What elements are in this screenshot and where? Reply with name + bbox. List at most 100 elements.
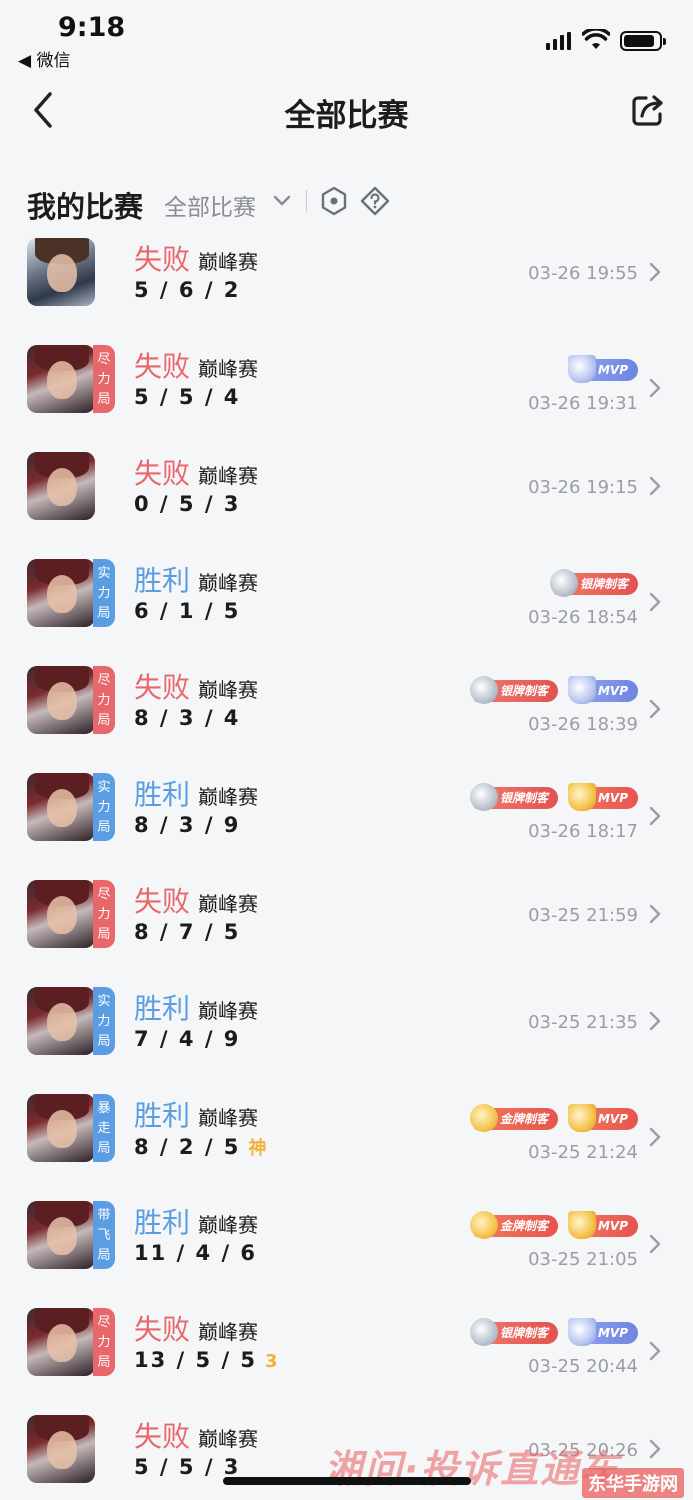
- match-result: 失败: [134, 1420, 191, 1453]
- mvp-badge: MVP: [567, 355, 638, 383]
- kda-highlight-badge: 3: [265, 1351, 278, 1372]
- match-time: 03-26 18:39: [528, 714, 638, 735]
- trophy-icon: [567, 1104, 596, 1132]
- badge-label: 银牌制客: [499, 1326, 548, 1340]
- match-mode: 巅峰赛: [198, 357, 258, 381]
- share-icon[interactable]: [630, 92, 666, 128]
- hero-avatar: [27, 987, 95, 1055]
- chevron-right-icon[interactable]: [648, 903, 662, 925]
- match-row[interactable]: 失败 巅峰赛 5 / 6 / 2 03-26 19:55: [0, 236, 693, 343]
- badge-label: 银牌制客: [499, 684, 548, 698]
- hero-avatar: [27, 452, 95, 520]
- match-row[interactable]: 失败 巅峰赛 0 / 5 / 3 03-26 19:15: [0, 450, 693, 557]
- trophy-icon: [567, 1318, 596, 1346]
- match-result: 胜利: [134, 1206, 191, 1239]
- nav-bar: 全部比赛: [0, 72, 693, 152]
- home-indicator[interactable]: [223, 1477, 471, 1485]
- medal-icon: [469, 783, 498, 811]
- match-row[interactable]: 尽力局失败 巅峰赛 8 / 3 / 4 银牌制客 MVP 03-26 18:39: [0, 664, 693, 771]
- match-mode: 巅峰赛: [198, 892, 258, 916]
- chevron-right-icon[interactable]: [648, 475, 662, 497]
- match-mode: 巅峰赛: [198, 785, 258, 809]
- match-result: 胜利: [134, 992, 191, 1025]
- badge-label: MVP: [597, 1326, 628, 1340]
- wifi-icon: [582, 29, 610, 49]
- match-mode: 巅峰赛: [198, 250, 258, 274]
- mvp-badge: MVP: [567, 1211, 638, 1239]
- chevron-right-icon[interactable]: [648, 1010, 662, 1032]
- hero-avatar: [27, 1415, 95, 1483]
- kda-score: 7 / 4 / 9: [134, 1027, 241, 1051]
- chevron-right-icon[interactable]: [648, 1233, 662, 1255]
- match-time: 03-26 19:55: [528, 263, 638, 284]
- help-icon[interactable]: [360, 186, 390, 216]
- match-quality-tag-char: 局: [97, 391, 111, 407]
- badge-label: 银牌制客: [499, 791, 548, 805]
- badge-label: MVP: [597, 684, 628, 698]
- kda-score: 8 / 7 / 5: [134, 920, 241, 944]
- match-quality-tag-char: 尽: [97, 886, 111, 902]
- mvp-badge: MVP: [567, 783, 638, 811]
- hero-face: [47, 1431, 77, 1469]
- match-row[interactable]: 尽力局失败 巅峰赛 13 / 5 / 5 3 银牌制客 MVP 03-25 20:44: [0, 1306, 693, 1413]
- medal-badge: 银牌制客: [549, 569, 638, 597]
- hexagon-settings-icon[interactable]: [320, 186, 348, 216]
- chevron-right-icon[interactable]: [648, 1126, 662, 1148]
- achievement-badges: 银牌制客 MVP: [469, 1318, 638, 1346]
- match-row[interactable]: 带飞局胜利 巅峰赛 11 / 4 / 6 金牌制客 MVP 03-25 21:05: [0, 1199, 693, 1306]
- match-row[interactable]: 实力局胜利 巅峰赛 7 / 4 / 9 03-25 21:35: [0, 985, 693, 1092]
- hero-face: [47, 789, 77, 827]
- match-quality-tag-char: 局: [97, 1140, 111, 1156]
- match-quality-tag: 实力局: [93, 559, 115, 627]
- hero-avatar-group: [27, 1415, 115, 1483]
- medal-icon: [469, 1318, 498, 1346]
- mvp-badge: MVP: [567, 1318, 638, 1346]
- hero-avatar-group: 实力局: [27, 987, 115, 1055]
- hero-avatar-group: [27, 238, 115, 306]
- kda-score: 8 / 3 / 9: [134, 813, 241, 837]
- match-row[interactable]: 暴走局胜利 巅峰赛 8 / 2 / 5 神金牌制客 MVP 03-25 21:24: [0, 1092, 693, 1199]
- match-quality-tag-char: 力: [97, 371, 111, 387]
- hero-face: [47, 1217, 77, 1255]
- medal-icon: [469, 1211, 498, 1239]
- match-time: 03-26 18:54: [528, 607, 638, 628]
- hero-avatar-group: 暴走局: [27, 1094, 115, 1162]
- chevron-down-icon[interactable]: [272, 192, 292, 210]
- back-to-app-link[interactable]: ◀ 微信: [18, 46, 70, 71]
- hero-avatar: [27, 1308, 95, 1376]
- medal-icon: [549, 569, 578, 597]
- badge-label: 金牌制客: [499, 1219, 548, 1233]
- badge-label: MVP: [597, 1112, 628, 1126]
- match-quality-tag-char: 力: [97, 692, 111, 708]
- match-quality-tag-char: 飞: [97, 1227, 111, 1243]
- kda-score: 11 / 4 / 6: [134, 1241, 258, 1265]
- match-row[interactable]: 实力局胜利 巅峰赛 6 / 1 / 5 银牌制客 03-26 18:54: [0, 557, 693, 664]
- chevron-right-icon[interactable]: [648, 805, 662, 827]
- match-row[interactable]: 实力局胜利 巅峰赛 8 / 3 / 9 银牌制客 MVP 03-26 18:17: [0, 771, 693, 878]
- medal-badge: 银牌制客: [469, 783, 558, 811]
- cellular-signal-icon: [546, 32, 572, 50]
- match-result: 失败: [134, 1313, 191, 1346]
- medal-badge: 银牌制客: [469, 1318, 558, 1346]
- chevron-right-icon[interactable]: [648, 1438, 662, 1460]
- match-row[interactable]: 尽力局失败 巅峰赛 5 / 5 / 4 MVP 03-26 19:31: [0, 343, 693, 450]
- chevron-right-icon[interactable]: [648, 1340, 662, 1362]
- chevron-right-icon[interactable]: [648, 698, 662, 720]
- match-mode: 巅峰赛: [198, 1106, 258, 1130]
- match-time: 03-26 19:31: [528, 393, 638, 414]
- match-quality-tag: 实力局: [93, 987, 115, 1055]
- match-row[interactable]: 尽力局失败 巅峰赛 8 / 7 / 5 03-25 21:59: [0, 878, 693, 985]
- chevron-right-icon[interactable]: [648, 377, 662, 399]
- hero-avatar-group: 尽力局: [27, 345, 115, 413]
- match-quality-tag-char: 局: [97, 1354, 111, 1370]
- match-mode: 巅峰赛: [198, 464, 258, 488]
- match-mode: 巅峰赛: [198, 1213, 258, 1237]
- match-time: 03-25 21:35: [528, 1012, 638, 1033]
- medal-icon: [469, 676, 498, 704]
- chevron-right-icon[interactable]: [648, 261, 662, 283]
- match-quality-tag-char: 局: [97, 1247, 111, 1263]
- match-quality-tag-char: 带: [97, 1207, 111, 1223]
- match-mode: 巅峰赛: [198, 678, 258, 702]
- chevron-right-icon[interactable]: [648, 591, 662, 613]
- match-filter-select[interactable]: 全部比赛: [164, 188, 256, 222]
